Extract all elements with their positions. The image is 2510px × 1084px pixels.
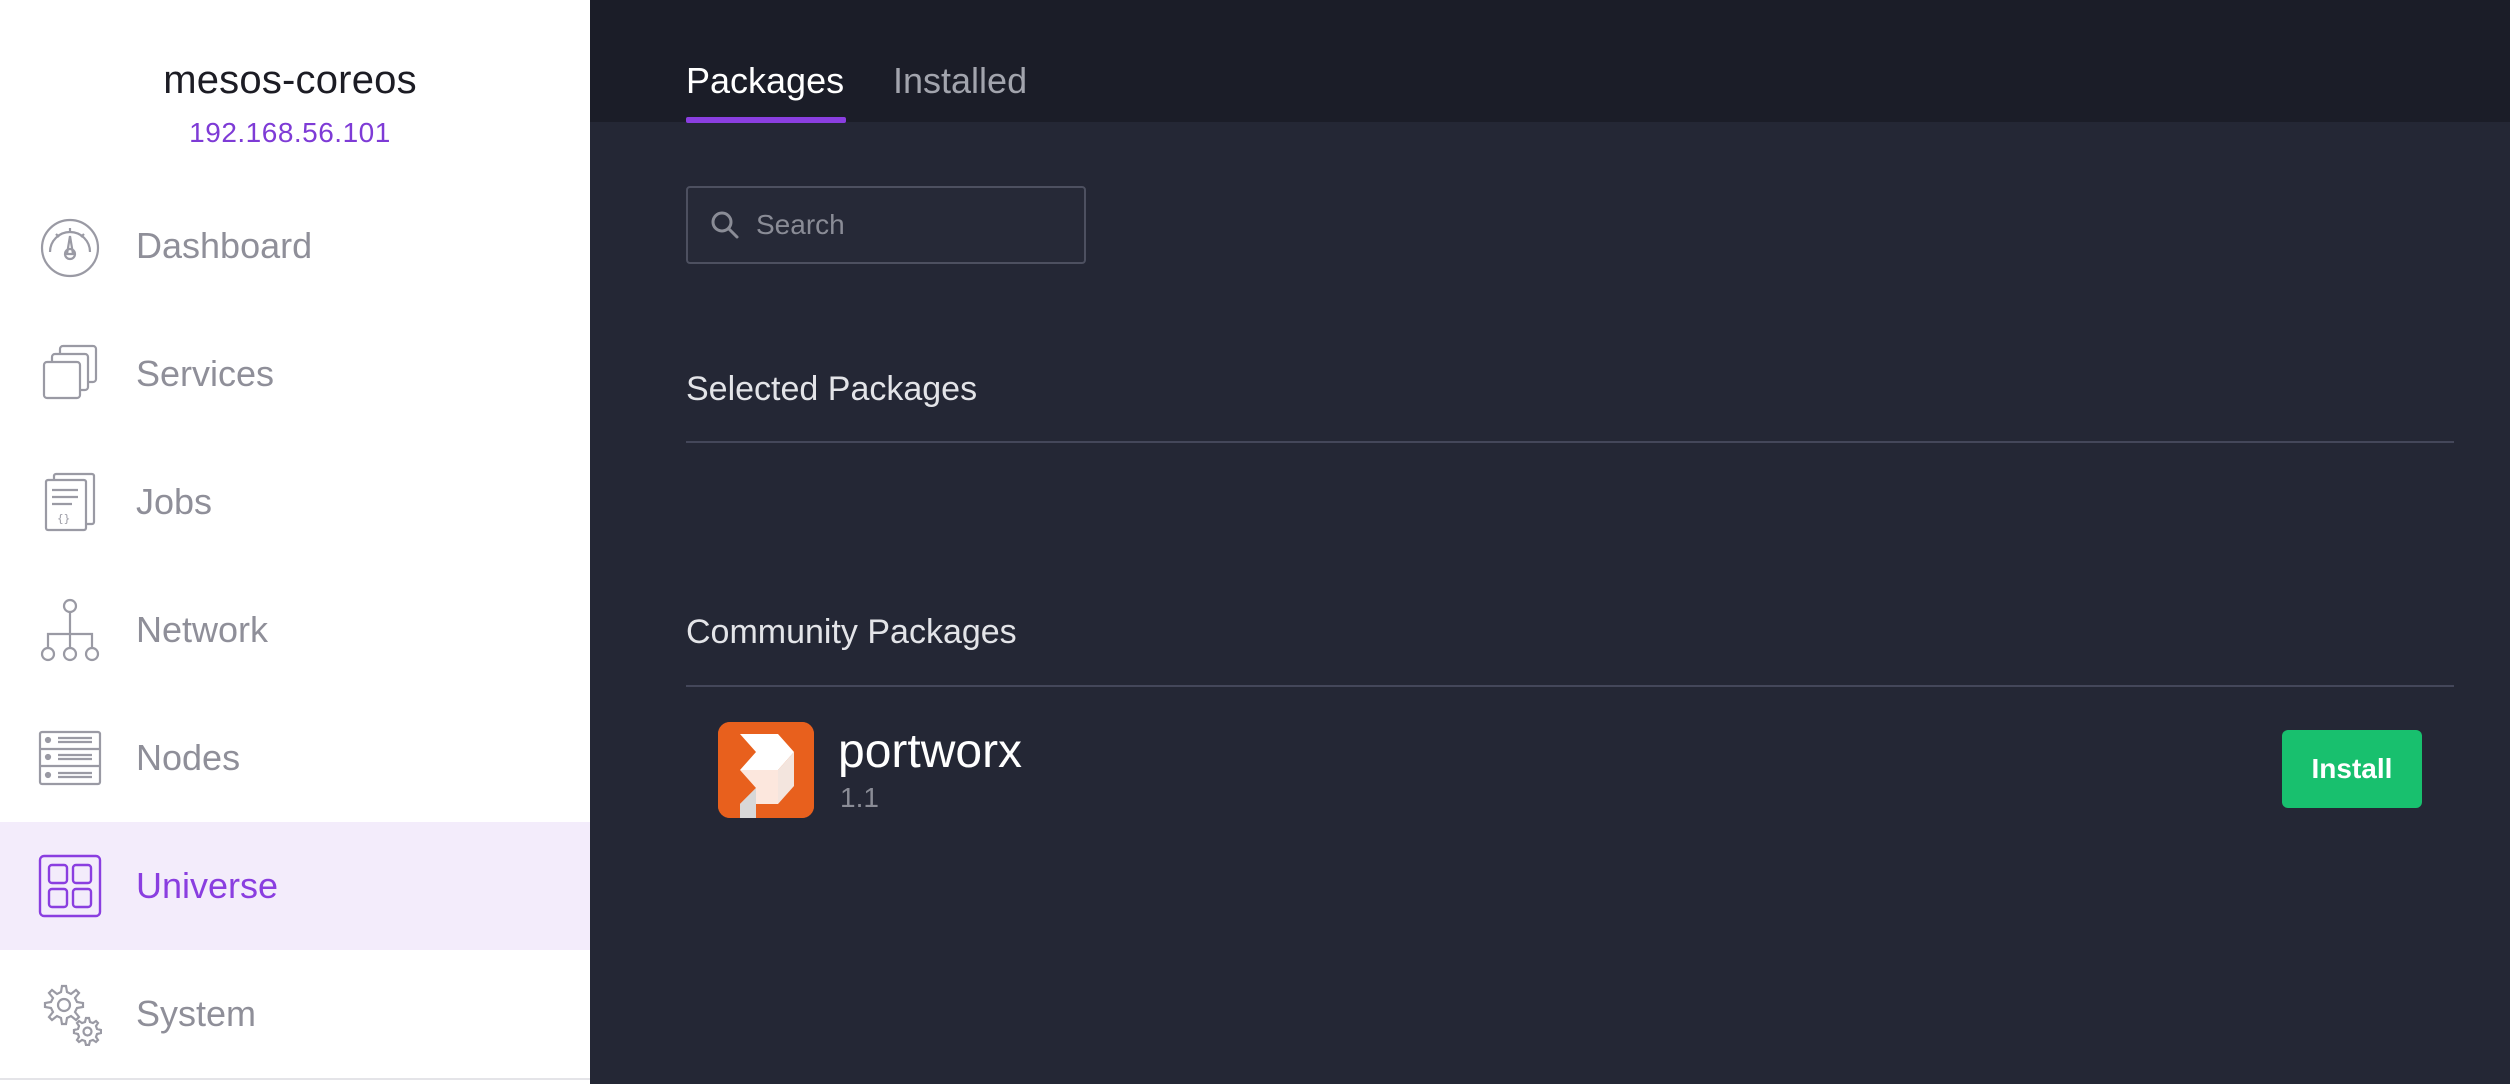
- sidebar-divider: [0, 1078, 590, 1080]
- selected-packages-heading: Selected Packages: [686, 370, 978, 408]
- sidebar-item-label: Services: [136, 353, 275, 394]
- section-divider: [686, 685, 2454, 687]
- sidebar-item-label: Jobs: [136, 481, 213, 522]
- tab-installed[interactable]: Installed: [893, 60, 1027, 102]
- section-divider: [686, 441, 2454, 443]
- sidebar-item-label: System: [136, 993, 257, 1034]
- sidebar-item-jobs[interactable]: {} Jobs: [0, 438, 590, 566]
- svg-text:{}: {}: [57, 512, 70, 525]
- sidebar-item-services[interactable]: Services: [0, 310, 590, 438]
- cluster-ip: 192.168.56.101: [189, 117, 391, 148]
- cluster-header[interactable]: mesos-coreos 192.168.56.101: [0, 58, 580, 149]
- package-row[interactable]: portworx 1.1 Install: [686, 720, 2454, 820]
- install-button[interactable]: Install: [2282, 730, 2422, 808]
- search-icon: [711, 211, 739, 239]
- main-content: Packages Installed Selected Packages Com…: [590, 0, 2510, 1084]
- package-name: portworx: [838, 725, 1023, 778]
- network-tree-icon: [38, 598, 102, 662]
- tab-bar: Packages Installed: [590, 0, 2510, 123]
- nodes-server-icon: [38, 726, 102, 790]
- sidebar-item-network[interactable]: Network: [0, 566, 590, 694]
- sidebar-item-label: Universe: [136, 865, 279, 906]
- package-version: 1.1: [840, 782, 879, 813]
- sidebar-item-label: Nodes: [136, 737, 241, 778]
- sidebar: mesos-coreos 192.168.56.101 Dashboard Se…: [0, 0, 590, 1084]
- sidebar-item-dashboard[interactable]: Dashboard: [0, 182, 590, 310]
- sidebar-item-nodes[interactable]: Nodes: [0, 694, 590, 822]
- universe-grid-icon: [38, 854, 102, 918]
- sidebar-item-universe[interactable]: Universe: [0, 822, 590, 950]
- active-tab-indicator: [686, 117, 846, 123]
- services-stack-icon: [38, 342, 102, 406]
- portworx-logo-icon: [718, 722, 814, 818]
- jobs-document-icon: {}: [38, 470, 102, 534]
- dashboard-gauge-icon: [38, 214, 102, 278]
- cluster-name: mesos-coreos: [163, 58, 417, 102]
- system-gears-icon: [38, 982, 102, 1046]
- sidebar-item-label: Network: [136, 609, 269, 650]
- search-box[interactable]: [686, 186, 1086, 264]
- sidebar-item-system[interactable]: System: [0, 950, 590, 1078]
- search-input[interactable]: [756, 209, 1056, 241]
- community-packages-heading: Community Packages: [686, 613, 1017, 651]
- sidebar-item-label: Dashboard: [136, 225, 313, 266]
- tab-packages[interactable]: Packages: [686, 60, 844, 102]
